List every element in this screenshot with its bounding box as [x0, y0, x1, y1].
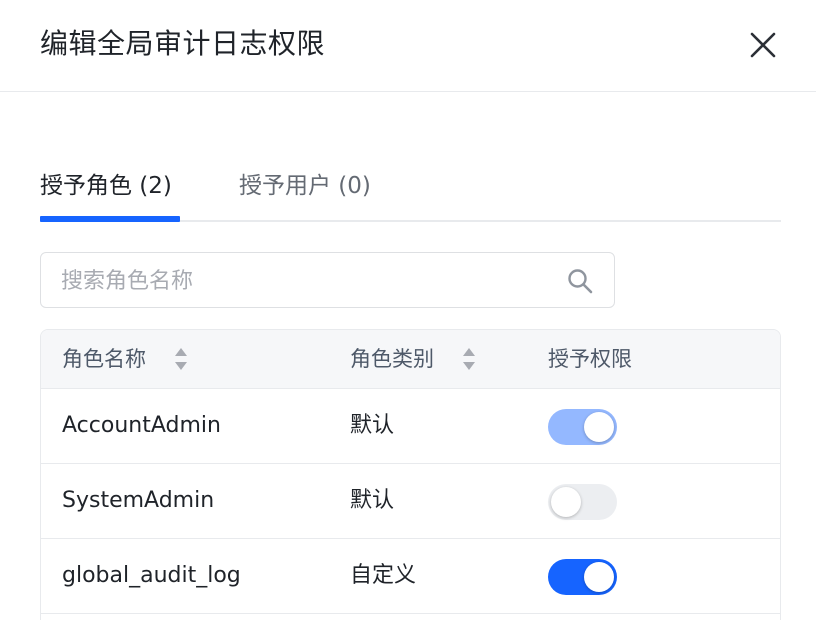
- sort-icon[interactable]: [173, 346, 189, 372]
- toggle-knob: [551, 487, 581, 517]
- roles-table: 角色名称 角色类别 授予权限 AccountAdmin 默认 SystemAdm…: [40, 329, 781, 620]
- role-category: 默认: [350, 488, 395, 513]
- dialog-title: 编辑全局审计日志权限: [40, 27, 326, 60]
- table-header: 角色名称 角色类别 授予权限: [41, 330, 780, 389]
- role-name: SystemAdmin: [62, 488, 215, 513]
- role-category: 默认: [350, 413, 395, 438]
- close-icon: [750, 32, 776, 58]
- table-row: global_audit_log 自定义: [41, 539, 780, 614]
- role-category: 自定义: [350, 563, 417, 588]
- column-header-role-category: 角色类别: [350, 347, 434, 371]
- active-tab-indicator: [40, 216, 180, 222]
- toggle-knob: [584, 562, 614, 592]
- close-button[interactable]: [747, 29, 779, 61]
- role-name: global_audit_log: [62, 563, 241, 588]
- grant-toggle[interactable]: [548, 559, 617, 595]
- dialog-header: 编辑全局审计日志权限: [0, 0, 816, 92]
- toggle-knob: [584, 412, 614, 442]
- grant-toggle[interactable]: [548, 409, 617, 445]
- column-header-grant-permission: 授予权限: [548, 347, 632, 371]
- search-icon[interactable]: [566, 267, 594, 295]
- table-row: SystemAdmin 默认: [41, 464, 780, 539]
- table-row: AccountAdmin 默认: [41, 389, 780, 464]
- search-input[interactable]: [61, 265, 541, 297]
- tab-grant-users[interactable]: 授予用户 (0): [239, 170, 371, 202]
- search-box: [40, 252, 615, 308]
- tab-bar: 授予角色 (2) 授予用户 (0): [40, 160, 781, 222]
- grant-toggle[interactable]: [548, 484, 617, 520]
- column-header-role-name: 角色名称: [62, 347, 146, 371]
- role-name: AccountAdmin: [62, 413, 221, 438]
- sort-icon[interactable]: [461, 346, 477, 372]
- tab-grant-roles[interactable]: 授予角色 (2): [40, 170, 172, 202]
